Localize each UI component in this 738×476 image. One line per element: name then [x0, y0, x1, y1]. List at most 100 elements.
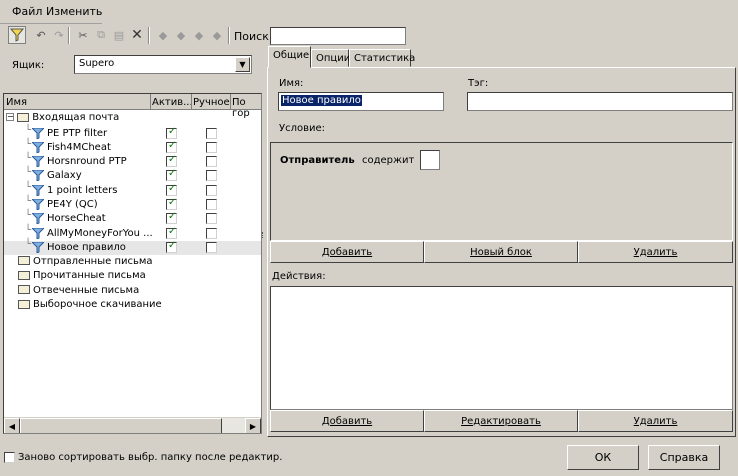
rule-active-checkbox[interactable]	[166, 126, 177, 139]
rule-manual-checkbox[interactable]	[206, 141, 217, 153]
tag-field[interactable]	[467, 92, 733, 111]
rule-row[interactable]: └ 1 point letters	[4, 182, 261, 198]
rule-row[interactable]: └ PE4Y (QC)	[4, 196, 261, 212]
cut-icon[interactable]: ✂	[74, 26, 92, 44]
filter-icon	[30, 212, 46, 226]
condition-delete-button[interactable]: Удалить	[578, 241, 733, 263]
move-bottom-icon[interactable]: ◆	[208, 26, 226, 44]
rule-manual-checkbox[interactable]	[206, 213, 217, 225]
rule-row[interactable]: └ AllMyMoneyForYou ...	[4, 225, 261, 241]
menu-bar: Файл Изменить	[0, 0, 738, 24]
rule-row[interactable]: └ PE PTP filter	[4, 125, 261, 141]
resort-checkbox[interactable]	[4, 452, 15, 463]
filter-icon	[30, 141, 46, 154]
rule-row[interactable]: └ Galaxy	[4, 167, 261, 183]
rule-row[interactable]: └ HorseCheat	[4, 210, 261, 226]
toolbar-separator	[228, 27, 230, 44]
column-schedule[interactable]: По гор	[232, 97, 261, 119]
toolbar-separator	[148, 27, 150, 44]
copy-icon[interactable]: ⧉	[92, 26, 110, 44]
rule-name: Fish4MCheat	[47, 141, 111, 153]
folder-icon	[18, 285, 30, 295]
rule-manual-checkbox[interactable]	[206, 184, 217, 196]
delete-icon[interactable]: ✕	[128, 26, 146, 44]
rule-active-checkbox[interactable]	[166, 168, 177, 182]
rule-name: PE PTP filter	[47, 127, 108, 139]
column-active[interactable]: Актив...	[152, 97, 193, 108]
rule-manual-checkbox[interactable]	[206, 127, 217, 139]
rule-active-checkbox[interactable]	[166, 226, 177, 239]
rule-active-checkbox[interactable]	[166, 197, 177, 210]
tree-item-inbox[interactable]: − Входящая почта	[6, 112, 119, 126]
toolbar: ↶ ↷ ✂ ⧉ ▤ ✕ ◆ ◆ ◆ ◆ Поиск	[0, 24, 738, 48]
rule-active-checkbox[interactable]	[166, 240, 177, 253]
rule-name: PE4Y (QC)	[47, 199, 98, 210]
action-edit-button[interactable]: Редактировать	[424, 410, 578, 432]
column-manual[interactable]: Ручное	[193, 97, 230, 108]
tree-item-folder[interactable]: Отправленные письма	[18, 256, 153, 270]
filter-icon	[30, 198, 46, 211]
rule-manual-checkbox[interactable]	[206, 156, 217, 168]
filter-icon	[30, 227, 46, 240]
filter-wizard-icon[interactable]	[8, 26, 26, 44]
move-up-icon[interactable]: ◆	[154, 26, 172, 44]
move-top-icon[interactable]: ◆	[190, 26, 208, 44]
mailbox-value: Supero	[79, 58, 115, 69]
rule-active-checkbox[interactable]	[166, 211, 177, 225]
rule-name: HorseCheat	[47, 213, 106, 225]
rule-manual-checkbox[interactable]	[206, 227, 217, 239]
rule-name: 1 point letters	[47, 184, 118, 196]
folder-open-icon	[17, 112, 30, 122]
rule-manual-checkbox[interactable]	[206, 170, 217, 182]
menu-edit[interactable]: Изменить	[46, 5, 102, 18]
new-block-button[interactable]: Новый блок	[424, 241, 578, 263]
column-name[interactable]: Имя	[6, 97, 27, 108]
condition-area: Отправитель содержит	[270, 142, 733, 241]
folder-icon	[18, 270, 30, 280]
horizontal-scrollbar[interactable]: ◀ ▶	[4, 417, 261, 433]
rule-active-checkbox[interactable]	[166, 183, 177, 196]
tab-general[interactable]: Общие	[268, 46, 311, 68]
help-button[interactable]: Справка	[648, 445, 720, 470]
collapse-icon[interactable]: −	[6, 113, 14, 121]
resort-label: Заново сортировать выбр. папку после ред…	[18, 452, 283, 463]
rule-active-checkbox[interactable]	[166, 140, 177, 153]
tree-item-folder[interactable]: Отвеченные письма	[18, 285, 139, 299]
actions-list[interactable]	[270, 286, 733, 410]
filter-icon	[30, 127, 46, 140]
folder-icon	[18, 299, 30, 309]
tab-statistics[interactable]: Статистика	[349, 49, 415, 67]
rule-manual-checkbox[interactable]	[206, 199, 217, 210]
toolbar-separator	[68, 27, 70, 44]
name-field[interactable]: Новое правило	[278, 92, 444, 111]
condition-add-button[interactable]: Добавить	[270, 241, 424, 263]
folder-icon	[18, 256, 30, 266]
rules-tree: Имя Актив... Ручное По гор − Входящая по…	[3, 93, 262, 434]
rule-name: AllMyMoneyForYou ...	[47, 227, 153, 239]
scroll-thumb[interactable]	[20, 418, 222, 433]
chevron-down-icon[interactable]: ▼	[235, 57, 250, 72]
condition-value-field[interactable]	[420, 150, 440, 170]
rule-manual-checkbox[interactable]	[206, 241, 217, 253]
menu-file[interactable]: Файл	[12, 5, 42, 18]
scroll-left-icon[interactable]: ◀	[4, 418, 20, 433]
ok-button[interactable]: ОК	[567, 445, 639, 470]
name-value: Новое правило	[281, 95, 362, 106]
search-input[interactable]	[270, 27, 406, 45]
rule-active-checkbox[interactable]	[166, 154, 177, 168]
rule-row[interactable]: └ Horsnround PTP	[4, 153, 261, 169]
tree-item-folder[interactable]: Выборочное скачивание	[18, 299, 162, 313]
move-down-icon[interactable]: ◆	[172, 26, 190, 44]
tree-item-folder[interactable]: Прочитанные письма	[18, 270, 146, 284]
scroll-right-icon[interactable]: ▶	[245, 418, 261, 433]
mailbox-select[interactable]: Supero ▼	[74, 55, 252, 74]
undo-icon[interactable]: ↶	[32, 26, 50, 44]
action-delete-button[interactable]: Удалить	[578, 410, 733, 432]
rule-row[interactable]: └ Новое правило	[4, 239, 261, 255]
redo-icon[interactable]: ↷	[50, 26, 68, 44]
action-add-button[interactable]: Добавить	[270, 410, 424, 432]
paste-icon[interactable]: ▤	[110, 26, 128, 44]
rule-row[interactable]: └ Fish4MCheat	[4, 139, 261, 155]
splitter-handle[interactable]	[262, 232, 265, 238]
tab-options[interactable]: Опции	[311, 49, 350, 67]
